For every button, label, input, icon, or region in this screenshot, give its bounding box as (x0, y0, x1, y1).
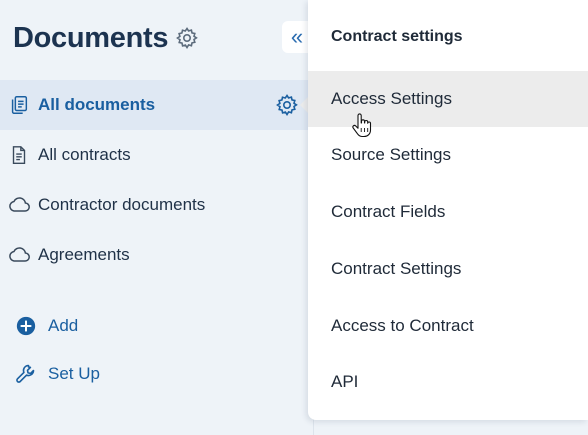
sidebar-item-label: All contracts (38, 145, 131, 164)
menu-item-contract-fields[interactable]: Contract Fields (308, 184, 588, 240)
menu-item-label: Source Settings (331, 145, 452, 164)
sidebar-item-all-documents[interactable]: All documents (0, 80, 313, 130)
gear-icon[interactable] (275, 93, 299, 117)
add-label: Add (48, 316, 79, 335)
page-title: Documents (13, 21, 169, 54)
plus-circle-icon (14, 314, 38, 338)
menu-item-access-to-contract[interactable]: Access to Contract (308, 298, 588, 354)
documents-icon (7, 93, 31, 117)
set-up-button[interactable]: Set Up (14, 359, 100, 389)
menu-item-label: Contract Fields (331, 202, 446, 221)
wrench-icon (14, 362, 38, 386)
sidebar-item-all-contracts[interactable]: All contracts (0, 130, 313, 180)
sidebar-item-agreements[interactable]: Agreements (0, 230, 313, 280)
chevrons-left-icon: « (290, 24, 304, 49)
menu-header: Contract settings (331, 28, 463, 45)
add-button[interactable]: Add (14, 311, 78, 341)
sidebar-item-label: Agreements (38, 245, 130, 264)
page-title-row: Documents (13, 18, 199, 58)
menu-pointer (300, 97, 308, 113)
contract-settings-menu: Contract settings Access Settings Source… (308, 0, 588, 420)
sidebar-item-contractor-documents[interactable]: Contractor documents (0, 180, 313, 230)
cloud-icon (7, 193, 31, 217)
sidebar-item-label: Contractor documents (38, 195, 206, 214)
hand-cursor-icon (350, 113, 374, 139)
document-icon (7, 143, 31, 167)
sidebar-item-label: All documents (38, 95, 156, 114)
menu-item-label: Access to Contract (331, 316, 474, 335)
set-up-label: Set Up (48, 364, 100, 383)
menu-item-api[interactable]: API (308, 354, 588, 410)
menu-item-contract-settings[interactable]: Contract Settings (308, 241, 588, 297)
sidebar: Documents All documents All contracts Co… (0, 0, 314, 435)
menu-item-label: API (331, 372, 359, 391)
menu-item-label: Access Settings (331, 89, 452, 108)
menu-item-label: Contract Settings (331, 259, 462, 278)
cloud-icon (7, 243, 31, 267)
gear-icon[interactable] (175, 26, 199, 50)
